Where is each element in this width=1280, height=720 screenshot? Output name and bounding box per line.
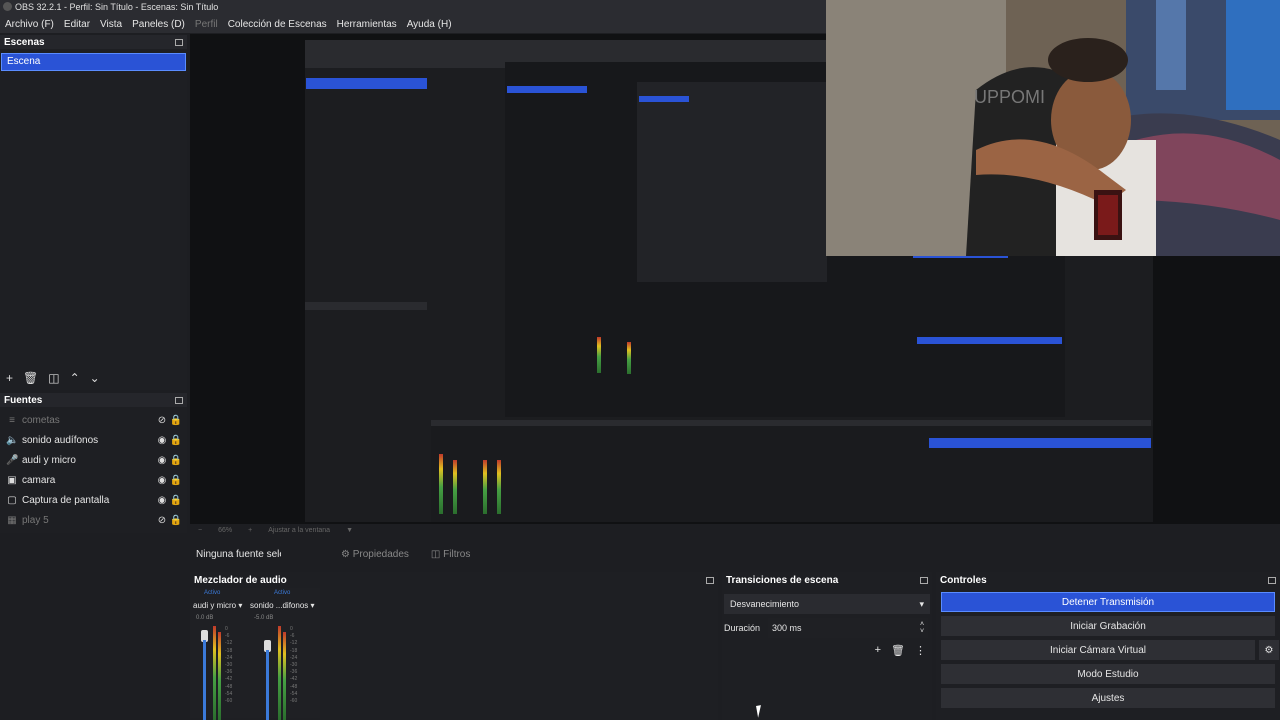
zoom-fit[interactable]: Ajustar a la ventana [268, 527, 330, 534]
mixer-channels: Activo Activo audi y micro ▾ sonido ...d… [190, 588, 320, 720]
db-scale: 0 -6 -12 -18 -24 -30 -36 -42 -48 -54 -60 [290, 626, 298, 705]
sources-dock: Fuentes ≡ cometas ⊘ 🔒 🔈 sonido audífonos… [0, 393, 187, 533]
scene-item-escena[interactable]: Escena [1, 53, 186, 71]
lock-icon[interactable]: 🔒 [169, 475, 183, 486]
virtual-camera-gear-icon[interactable]: ⚙ [1259, 640, 1279, 660]
menu-ayuda[interactable]: Ayuda (H) [407, 19, 452, 30]
chevron-down-icon: ▾ [919, 598, 924, 609]
lock-icon[interactable]: 🔒 [169, 435, 183, 446]
studio-mode-button[interactable]: Modo Estudio [941, 664, 1275, 684]
properties-bar: Ninguna fuente seleccionada ⚙ Propiedade… [190, 544, 1280, 564]
source-row[interactable]: ▦ play 5 ⊘ 🔒 [0, 510, 187, 530]
scene-transitions-dock: Transiciones de escena Desvanecimiento ▾… [722, 572, 932, 720]
remove-scene-icon[interactable]: 🗑 [23, 371, 38, 385]
svg-text:UPPOMI: UPPOMI [974, 87, 1045, 107]
filters-button[interactable]: ◫ Filtros [431, 549, 470, 560]
menu-perfil[interactable]: Perfil [195, 19, 218, 30]
lock-icon[interactable]: 🔒 [169, 415, 183, 426]
source-row[interactable]: ▢ Captura de pantalla ◉ 🔒 [0, 490, 187, 510]
webcam-feed: UPPOMI [826, 0, 1280, 256]
source-row[interactable]: 🎤 audi y micro ◉ 🔒 [0, 450, 187, 470]
volume-meter [213, 626, 216, 720]
sources-dock-title: Fuentes [0, 393, 187, 407]
gear-icon: ⚙ [341, 548, 350, 560]
eye-icon[interactable]: ◉ [155, 435, 169, 446]
undock-icon[interactable] [920, 576, 928, 584]
scenes-dock-title: Escenas [0, 35, 187, 49]
image-icon: ▦ [7, 514, 17, 526]
scene-transitions-title: Transiciones de escena [722, 572, 932, 588]
mixer-channel-name[interactable]: sonido ...difonos ▾ [250, 601, 315, 610]
menu-coleccion-escenas[interactable]: Colección de Escenas [228, 19, 327, 30]
mic-icon: 🎤 [6, 454, 19, 466]
settings-button[interactable]: Ajustes [941, 688, 1275, 708]
eye-hidden-icon[interactable]: ⊘ [155, 515, 169, 526]
audio-mixer-title: Mezclador de audio [190, 572, 718, 588]
menu-editar[interactable]: Editar [64, 19, 90, 30]
stop-streaming-button[interactable]: Detener Transmisión [941, 592, 1275, 612]
volume-meter [283, 632, 286, 720]
source-row[interactable]: ▣ camara ◉ 🔒 [0, 470, 187, 490]
menu-paneles[interactable]: Paneles (D) [132, 19, 185, 30]
volume-meter [278, 626, 281, 720]
mouse-cursor-icon [756, 704, 768, 718]
eye-icon[interactable]: ◉ [155, 475, 169, 486]
duration-row: Duración 300 ms ˄ ˅ [722, 618, 932, 638]
source-row[interactable]: 🔈 sonido audífonos ◉ 🔒 [0, 430, 187, 450]
eye-icon[interactable]: ◉ [155, 495, 169, 506]
window-title-bar: OBS 32.2.1 - Perfil: Sin Título - Escena… [0, 0, 826, 15]
volume-meter [218, 632, 221, 720]
start-virtual-camera-button[interactable]: Iniciar Cámara Virtual ⚙ [941, 640, 1279, 660]
lock-icon[interactable]: 🔒 [169, 495, 183, 506]
menu-archivo[interactable]: Archivo (F) [5, 19, 54, 30]
filter-icon: ◫ [430, 548, 441, 560]
source-row[interactable]: ≡ cometas ⊘ 🔒 [0, 410, 187, 430]
db-scale: 0 -6 -12 -18 -24 -30 -36 -42 -48 -54 -60 [225, 626, 233, 705]
start-recording-button[interactable]: Iniciar Grabación [941, 616, 1275, 636]
controls-dock: Controles Detener Transmisión Iniciar Gr… [936, 572, 1280, 720]
move-down-icon[interactable]: ⌄ [90, 371, 100, 385]
duration-spinbox[interactable]: 300 ms ˄ ˅ [768, 618, 929, 638]
undock-icon[interactable] [706, 576, 714, 584]
scenes-dock: Escenas Escena + 🗑 ◫ ⌃ ⌄ [0, 35, 187, 390]
zoom-value: 66% [218, 526, 233, 534]
undock-icon[interactable] [175, 38, 183, 46]
chevron-down-icon[interactable]: ▼ [346, 527, 353, 534]
eye-hidden-icon[interactable]: ⊘ [155, 415, 169, 426]
properties-button[interactable]: ⚙ Propiedades [341, 549, 409, 560]
zoom-minus-icon[interactable]: − [198, 527, 202, 534]
zoom-plus-icon[interactable]: + [248, 527, 252, 534]
spin-arrows-icon[interactable]: ˄ ˅ [920, 621, 924, 635]
lock-icon[interactable]: 🔒 [169, 455, 183, 466]
scene-filters-icon[interactable]: ◫ [48, 371, 59, 385]
text-icon: ≡ [9, 414, 15, 426]
speaker-icon: 🔈 [6, 434, 19, 446]
add-transition-icon[interactable]: + [875, 644, 881, 657]
more-options-icon[interactable]: ⋮ [915, 644, 926, 657]
scenes-toolbar: + 🗑 ◫ ⌃ ⌄ [0, 371, 100, 385]
window-title: OBS 32.2.1 - Perfil: Sin Título - Escena… [15, 2, 219, 12]
obs-logo-icon [3, 2, 12, 11]
remove-transition-icon[interactable]: 🗑 [891, 644, 905, 657]
undock-icon[interactable] [175, 396, 183, 404]
menu-herramientas[interactable]: Herramientas [337, 19, 397, 30]
preview-zoom-bar: − 66% + Ajustar a la ventana ▼ [190, 524, 790, 536]
mixer-channel-name[interactable]: audi y micro ▾ [193, 601, 242, 610]
lock-icon[interactable]: 🔒 [169, 515, 183, 526]
controls-title: Controles [936, 572, 1280, 588]
monitor-icon: ▢ [7, 494, 17, 506]
transition-toolbar: + 🗑 ⋮ [722, 644, 932, 657]
menu-vista[interactable]: Vista [100, 19, 122, 30]
eye-icon[interactable]: ◉ [155, 455, 169, 466]
menu-bar: Archivo (F) Editar Vista Paneles (D) Per… [0, 15, 826, 33]
move-up-icon[interactable]: ⌃ [70, 371, 80, 385]
transition-select[interactable]: Desvanecimiento ▾ [724, 594, 930, 614]
undock-icon[interactable] [1268, 576, 1276, 584]
audio-mixer-dock: Mezclador de audio Activo Activo audi y … [190, 572, 718, 720]
no-source-selected: Ninguna fuente seleccionada [196, 548, 281, 560]
camera-icon: ▣ [7, 474, 17, 486]
add-scene-icon[interactable]: + [6, 371, 13, 385]
